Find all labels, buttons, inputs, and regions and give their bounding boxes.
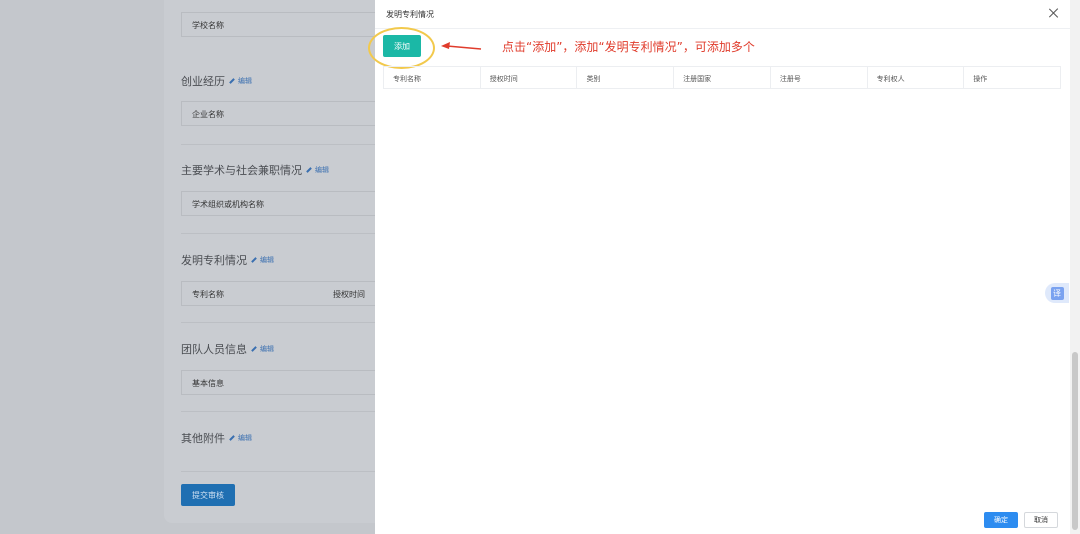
drawer-header: 发明专利情况 xyxy=(375,0,1070,29)
pencil-icon xyxy=(306,167,312,173)
section-title-text: 主要学术与社会兼职情况 xyxy=(181,164,302,177)
column-header: 操作 xyxy=(963,67,1060,88)
section-title-text: 团队人员信息 xyxy=(181,343,247,356)
divider xyxy=(181,233,381,234)
pencil-icon xyxy=(229,78,235,84)
confirm-button[interactable]: 确定 xyxy=(984,512,1018,528)
company-name-field: 企业名称 xyxy=(181,101,381,126)
patent-drawer: 发明专利情况 添加 点击“添加”，添加“发明专利情况”，可添加多个 专利名称 授… xyxy=(368,0,1070,534)
column-header: 注册国家 xyxy=(673,67,770,88)
page-scrollbar[interactable] xyxy=(1070,0,1080,534)
patent-table-header: 专利名称 授权时间 类别 注册国家 注册号 专利权人 操作 xyxy=(383,66,1061,89)
column-header: 专利权人 xyxy=(866,67,964,88)
academic-org-field: 学术组织或机构名称 xyxy=(181,191,381,216)
pencil-icon xyxy=(229,435,235,441)
floating-translate-button[interactable]: 译 xyxy=(1045,283,1069,303)
section-title-entrepreneurship: 创业经历 编辑 xyxy=(181,73,252,89)
pencil-icon xyxy=(251,346,257,352)
pencil-icon xyxy=(251,257,257,263)
drawer-title: 发明专利情况 xyxy=(386,10,434,19)
highlight-circle xyxy=(368,27,435,69)
section-title-patent: 发明专利情况 编辑 xyxy=(181,252,274,268)
translate-icon: 译 xyxy=(1050,286,1064,300)
column-header: 注册号 xyxy=(769,67,867,88)
edit-link[interactable]: 编辑 xyxy=(306,165,329,175)
column-header: 类别 xyxy=(576,67,673,88)
edit-link[interactable]: 编辑 xyxy=(229,433,252,443)
divider xyxy=(181,471,381,472)
arrow-left-icon xyxy=(441,42,482,50)
school-name-field: 学校名称 xyxy=(181,12,381,37)
section-title-academic: 主要学术与社会兼职情况 编辑 xyxy=(181,162,329,178)
instruction-annotation: 点击“添加”，添加“发明专利情况”，可添加多个 xyxy=(502,40,755,54)
section-title-text: 发明专利情况 xyxy=(181,254,247,267)
edit-link[interactable]: 编辑 xyxy=(251,255,274,265)
scrollbar-thumb[interactable] xyxy=(1072,352,1078,530)
divider xyxy=(181,322,381,323)
submit-review-button[interactable]: 提交审核 xyxy=(181,484,235,506)
column-header: 专利名称 xyxy=(383,67,480,88)
divider xyxy=(181,411,381,412)
column-header: 授权时间 xyxy=(479,67,577,88)
grant-time-column: 授权时间 xyxy=(333,290,365,299)
section-title-team: 团队人员信息 编辑 xyxy=(181,341,274,357)
section-title-text: 其他附件 xyxy=(181,432,225,445)
section-title-text: 创业经历 xyxy=(181,75,225,88)
cancel-button[interactable]: 取消 xyxy=(1024,512,1058,528)
basic-info-field: 基本信息 xyxy=(181,370,381,395)
section-title-attachments: 其他附件 编辑 xyxy=(181,430,252,446)
close-icon[interactable] xyxy=(1048,7,1060,19)
divider xyxy=(181,144,381,145)
edit-link[interactable]: 编辑 xyxy=(251,344,274,354)
edit-link[interactable]: 编辑 xyxy=(229,76,252,86)
